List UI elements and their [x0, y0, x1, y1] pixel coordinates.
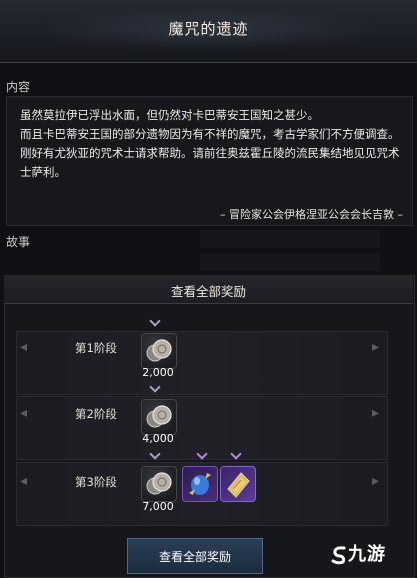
- story-section-label: 故事: [6, 235, 31, 249]
- window-title: 魔咒的遗迹: [168, 20, 249, 38]
- chevron-marker-icon: [231, 450, 241, 460]
- quest-giver-signature: – 冒险家公会伊格涅亚公会会长吉敦 –: [220, 208, 403, 221]
- chevron-marker-icon: [197, 450, 207, 460]
- stage-label: 第3阶段: [75, 475, 117, 489]
- row-right-ornament-icon: ▸: [372, 339, 380, 355]
- watermark-logo: 九游: [330, 540, 386, 566]
- stage-label: 第2阶段: [75, 407, 117, 421]
- item-quantity: 4,000: [142, 432, 174, 445]
- row-left-ornament-icon: ◂: [20, 405, 28, 421]
- content-paragraph: 而且卡巴蒂安王国的部分遗物因为有不祥的魔咒，考古学家们不方便调查。: [20, 127, 400, 141]
- watermark-text: 九游: [348, 544, 386, 565]
- row-right-ornament-icon: ▸: [372, 473, 380, 489]
- view-all-rewards-button[interactable]: 查看全部奖励: [127, 538, 263, 574]
- blue-orb-icon[interactable]: [182, 466, 218, 502]
- row-left-ornament-icon: ◂: [20, 473, 28, 489]
- content-paragraph: 刚好有尤狄亚的咒术士请求帮助。请前往奥兹霍丘陵的流民集结地见见咒术士萨利。: [20, 146, 400, 179]
- background-row: [200, 253, 380, 271]
- silver-coin-icon[interactable]: [141, 466, 177, 502]
- chevron-marker-icon: [150, 450, 160, 460]
- silver-coin-icon[interactable]: [141, 333, 177, 369]
- stage-row-1: [16, 331, 388, 395]
- row-left-ornament-icon: ◂: [20, 339, 28, 355]
- silver-coin-icon[interactable]: [141, 399, 177, 435]
- background-row: [200, 230, 380, 248]
- row-right-ornament-icon: ▸: [372, 405, 380, 421]
- watermark-s-icon: [330, 545, 348, 565]
- chevron-marker-icon: [150, 383, 160, 393]
- rewards-panel-title: 查看全部奖励: [170, 284, 246, 299]
- content-section-label: 内容: [6, 80, 31, 94]
- chevron-marker-icon: [150, 317, 160, 327]
- item-quantity: 2,000: [142, 366, 174, 379]
- item-quantity: 7,000: [142, 500, 174, 513]
- view-all-rewards-button-label: 查看全部奖励: [158, 550, 231, 564]
- content-paragraph: 虽然莫拉伊已浮出水面，但仍然对卡巴蒂安王国知之甚少。: [20, 108, 319, 122]
- purple-tome-icon[interactable]: [220, 466, 256, 502]
- content-text: 虽然莫拉伊已浮出水面，但仍然对卡巴蒂安王国知之甚少。 而且卡巴蒂安王国的部分遗物…: [20, 106, 406, 182]
- stage-label: 第1阶段: [75, 341, 117, 355]
